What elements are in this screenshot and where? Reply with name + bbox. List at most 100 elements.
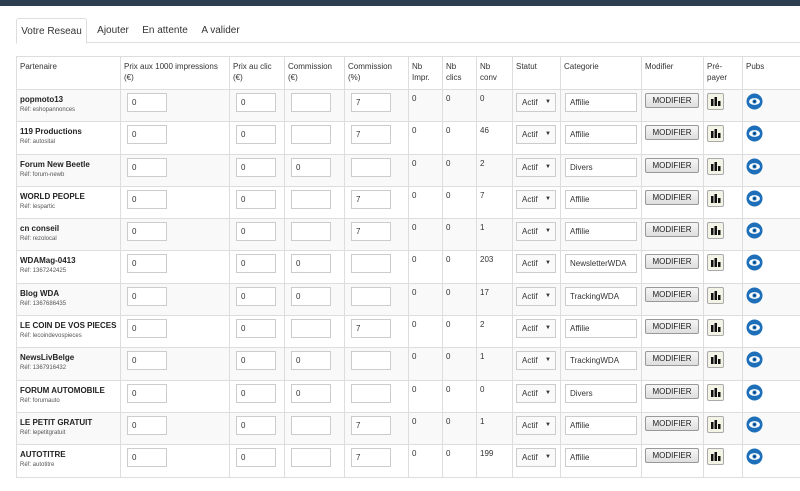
categorie-input[interactable]: Affilie bbox=[565, 93, 637, 112]
eye-icon[interactable] bbox=[746, 351, 763, 368]
categorie-input[interactable]: Affilie bbox=[565, 448, 637, 468]
tab-ajouter[interactable]: Ajouter bbox=[93, 18, 133, 43]
commission-eur-input[interactable] bbox=[291, 319, 331, 339]
prix-1000-input[interactable]: 0 bbox=[127, 383, 167, 403]
prix-clic-input[interactable]: 0 bbox=[236, 448, 276, 468]
modifier-button[interactable]: MODIFIER bbox=[645, 351, 699, 367]
eye-icon[interactable] bbox=[746, 287, 763, 304]
statut-select[interactable]: Actif ▼ bbox=[516, 222, 556, 242]
commission-pct-input[interactable]: 7 bbox=[351, 448, 391, 468]
eye-icon[interactable] bbox=[746, 448, 763, 465]
prix-clic-input[interactable]: 0 bbox=[236, 254, 276, 274]
statut-select[interactable]: Actif ▼ bbox=[516, 383, 556, 403]
categorie-input[interactable]: Affilie bbox=[565, 415, 637, 435]
modifier-button[interactable]: MODIFIER bbox=[645, 448, 699, 464]
commission-eur-input[interactable]: 0 bbox=[291, 254, 331, 274]
prix-clic-input[interactable]: 0 bbox=[236, 157, 276, 177]
commission-pct-input[interactable]: 7 bbox=[351, 222, 391, 242]
modifier-button[interactable]: MODIFIER bbox=[645, 157, 699, 173]
statut-select[interactable]: Actif ▼ bbox=[516, 254, 556, 274]
prix-1000-input[interactable]: 0 bbox=[127, 189, 167, 209]
prix-1000-input[interactable]: 0 bbox=[127, 93, 167, 112]
categorie-input[interactable]: Divers bbox=[565, 157, 637, 177]
statut-select[interactable]: Actif ▼ bbox=[516, 351, 556, 371]
eye-icon[interactable] bbox=[746, 222, 763, 239]
prepayer-button[interactable] bbox=[707, 189, 724, 207]
statut-select[interactable]: Actif ▼ bbox=[516, 448, 556, 468]
prix-1000-input[interactable]: 0 bbox=[127, 157, 167, 177]
commission-eur-input[interactable] bbox=[291, 93, 331, 112]
statut-select[interactable]: Actif ▼ bbox=[516, 415, 556, 435]
categorie-input[interactable]: NewsletterWDA bbox=[565, 254, 637, 274]
prix-clic-input[interactable]: 0 bbox=[236, 189, 276, 209]
commission-pct-input[interactable] bbox=[351, 254, 391, 274]
eye-icon[interactable] bbox=[746, 384, 763, 401]
prepayer-button[interactable] bbox=[707, 448, 724, 466]
commission-pct-input[interactable]: 7 bbox=[351, 415, 391, 435]
modifier-button[interactable]: MODIFIER bbox=[645, 254, 699, 270]
prix-clic-input[interactable]: 0 bbox=[236, 93, 276, 112]
prepayer-button[interactable] bbox=[707, 254, 724, 272]
statut-select[interactable]: Actif ▼ bbox=[516, 157, 556, 177]
commission-pct-input[interactable] bbox=[351, 286, 391, 306]
modifier-button[interactable]: MODIFIER bbox=[645, 93, 699, 108]
tab-votre-reseau[interactable]: Votre Reseau bbox=[16, 18, 87, 44]
categorie-input[interactable]: TrackingWDA bbox=[565, 351, 637, 371]
eye-icon[interactable] bbox=[746, 93, 763, 110]
eye-icon[interactable] bbox=[746, 254, 763, 271]
modifier-button[interactable]: MODIFIER bbox=[645, 125, 699, 141]
partner-name[interactable]: popmoto13 bbox=[18, 91, 120, 104]
prix-clic-input[interactable]: 0 bbox=[236, 319, 276, 339]
partner-name[interactable]: Blog WDA bbox=[18, 284, 120, 298]
categorie-input[interactable]: Affilie bbox=[565, 319, 637, 339]
prix-clic-input[interactable]: 0 bbox=[236, 286, 276, 306]
categorie-input[interactable]: Divers bbox=[565, 383, 637, 403]
prepayer-button[interactable] bbox=[707, 222, 724, 240]
partner-name[interactable]: NewsLivBelge bbox=[18, 349, 120, 362]
commission-eur-input[interactable]: 0 bbox=[291, 351, 331, 371]
statut-select[interactable]: Actif ▼ bbox=[516, 93, 556, 112]
commission-pct-input[interactable]: 7 bbox=[351, 125, 391, 145]
prix-1000-input[interactable]: 0 bbox=[127, 351, 167, 371]
commission-pct-input[interactable]: 7 bbox=[351, 189, 391, 209]
commission-eur-input[interactable]: 0 bbox=[291, 157, 331, 177]
commission-pct-input[interactable]: 7 bbox=[351, 319, 391, 339]
prepayer-button[interactable] bbox=[707, 415, 724, 433]
prepayer-button[interactable] bbox=[707, 351, 724, 369]
eye-icon[interactable] bbox=[746, 190, 763, 207]
prix-1000-input[interactable]: 0 bbox=[127, 319, 167, 339]
commission-pct-input[interactable] bbox=[351, 383, 391, 403]
partner-name[interactable]: LE COIN DE VOS PIECES bbox=[18, 317, 120, 330]
prix-1000-input[interactable]: 0 bbox=[127, 448, 167, 468]
modifier-button[interactable]: MODIFIER bbox=[645, 189, 699, 205]
modifier-button[interactable]: MODIFIER bbox=[645, 286, 699, 302]
eye-icon[interactable] bbox=[746, 319, 763, 336]
commission-eur-input[interactable] bbox=[291, 222, 331, 242]
commission-pct-input[interactable]: 7 bbox=[351, 93, 391, 112]
modifier-button[interactable]: MODIFIER bbox=[645, 222, 699, 238]
commission-eur-input[interactable] bbox=[291, 189, 331, 209]
partner-name[interactable]: LE PETIT GRATUIT bbox=[18, 413, 120, 427]
statut-select[interactable]: Actif ▼ bbox=[516, 189, 556, 209]
tab-a-valider[interactable]: A valider bbox=[198, 18, 243, 43]
eye-icon[interactable] bbox=[746, 158, 763, 175]
prix-clic-input[interactable]: 0 bbox=[236, 383, 276, 403]
prix-clic-input[interactable]: 0 bbox=[236, 125, 276, 145]
prix-clic-input[interactable]: 0 bbox=[236, 415, 276, 435]
commission-eur-input[interactable] bbox=[291, 448, 331, 468]
prix-1000-input[interactable]: 0 bbox=[127, 254, 167, 274]
partner-name[interactable]: FORUM AUTOMOBILE bbox=[18, 381, 120, 395]
eye-icon[interactable] bbox=[746, 416, 763, 433]
prix-1000-input[interactable]: 0 bbox=[127, 286, 167, 306]
prix-1000-input[interactable]: 0 bbox=[127, 222, 167, 242]
modifier-button[interactable]: MODIFIER bbox=[645, 319, 699, 335]
eye-icon[interactable] bbox=[746, 125, 763, 142]
modifier-button[interactable]: MODIFIER bbox=[645, 415, 699, 431]
partner-name[interactable]: Forum New Beetle bbox=[18, 155, 120, 169]
partner-name[interactable]: AUTOTITRE bbox=[18, 446, 120, 459]
categorie-input[interactable]: TrackingWDA bbox=[565, 286, 637, 306]
statut-select[interactable]: Actif ▼ bbox=[516, 125, 556, 145]
categorie-input[interactable]: Affilie bbox=[565, 222, 637, 242]
partner-name[interactable]: WORLD PEOPLE bbox=[18, 187, 120, 201]
statut-select[interactable]: Actif ▼ bbox=[516, 286, 556, 306]
